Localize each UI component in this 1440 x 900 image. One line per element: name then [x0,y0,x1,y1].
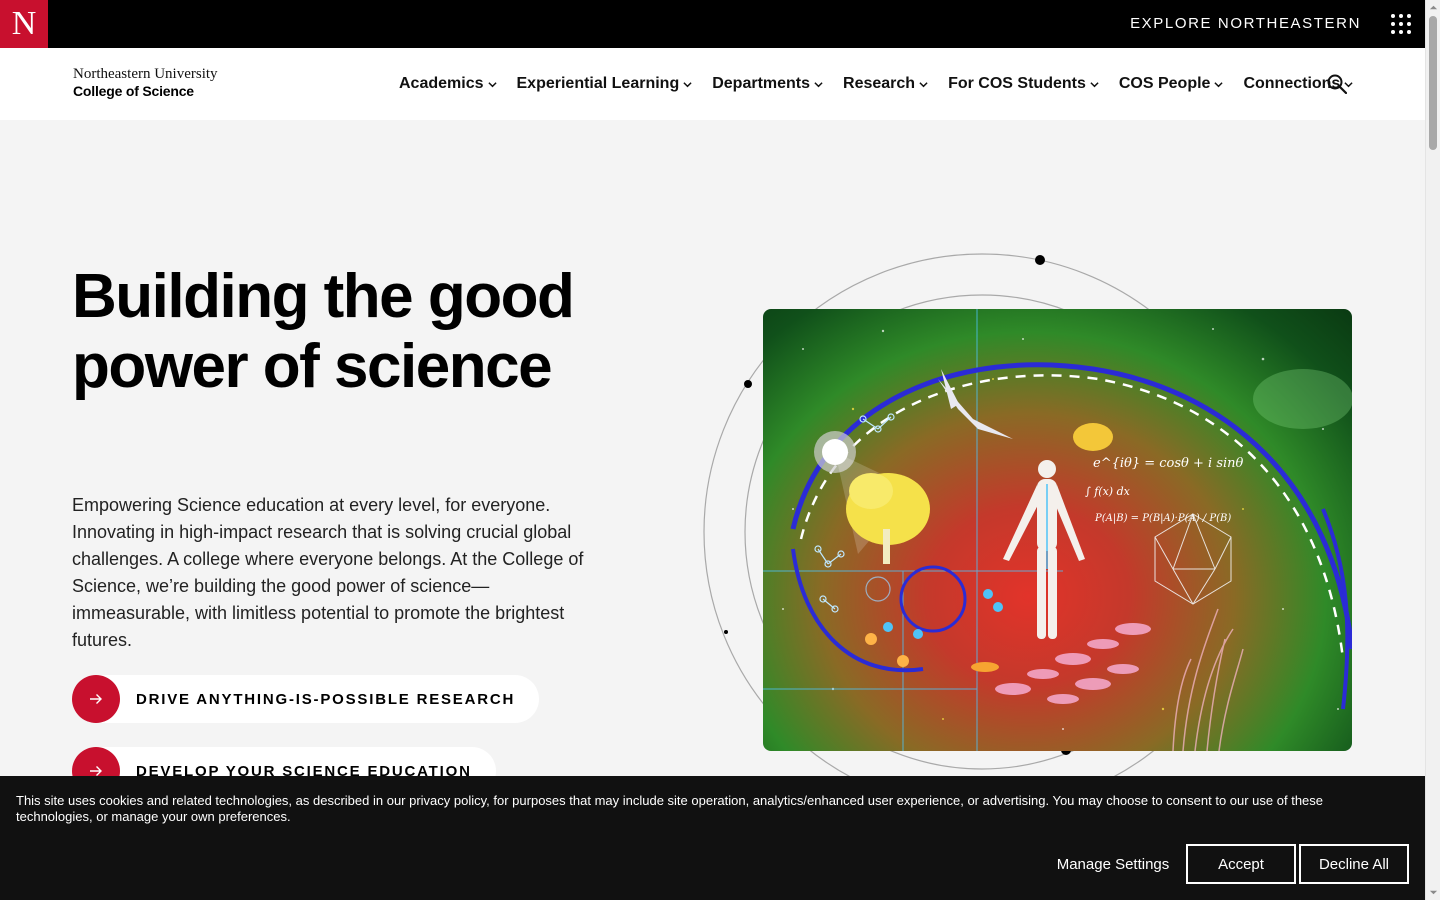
nav-label: Departments [712,75,811,92]
cta-label: DRIVE ANYTHING-IS-POSSIBLE RESEARCH [136,690,516,708]
nav-label: Experiential Learning [516,75,680,92]
chevron-down-icon [814,81,823,87]
equation-integral: ∫ f(x) dx [1085,485,1131,498]
nav-item-for-cos-students[interactable]: For COS Students [948,75,1099,93]
nav-item-experiential-learning[interactable]: Experiential Learning [517,75,693,93]
cookie-consent-banner: This site uses cookies and related techn… [0,776,1425,900]
accept-button[interactable]: Accept [1186,844,1296,884]
manage-settings-button[interactable]: Manage Settings [1050,844,1176,884]
brand-university-name: Northeastern University [73,66,218,82]
chevron-down-icon [487,81,497,87]
grid-menu-icon[interactable] [1390,13,1412,35]
cta-arrow-circle [72,675,120,723]
science-illustration: e^{iθ} = cosθ + i sinθ ∫ f(x) dx P(A|B) … [763,309,1352,751]
nav-label: COS People [1118,75,1211,92]
page-scrollbar[interactable] [1425,0,1440,900]
college-logo[interactable]: Northeastern University College of Scien… [73,66,218,100]
nav-label: Connections [1243,75,1341,92]
arrow-right-icon [90,694,102,704]
main-nav: Academics Experiential Learning Departme… [399,48,1373,120]
chevron-down-icon [1214,81,1224,87]
cookie-message: This site uses cookies and related techn… [16,793,1324,824]
equation-bayes: P(A|B) = P(B|A)·P(A) / P(B) [1094,513,1231,524]
nav-label: For COS Students [948,75,1086,92]
illustration-graphic: e^{iθ} = cosθ + i sinθ ∫ f(x) dx P(A|B) … [763,309,1352,751]
scroll-down-arrow-icon[interactable] [1429,888,1438,897]
scroll-up-arrow-icon[interactable] [1429,3,1438,12]
chevron-down-icon [919,81,928,87]
chevron-down-icon [1090,81,1099,87]
scrollbar-thumb[interactable] [1429,16,1437,150]
search-icon[interactable] [1327,74,1347,94]
nav-item-cos-people[interactable]: COS People [1119,75,1224,93]
explore-northeastern-link[interactable]: EXPLORE NORTHEASTERN [1130,0,1361,48]
decline-all-button[interactable]: Decline All [1299,844,1409,884]
global-top-bar: N EXPLORE NORTHEASTERN [0,0,1425,48]
cta-research-button[interactable]: DRIVE ANYTHING-IS-POSSIBLE RESEARCH [72,675,540,723]
nav-item-academics[interactable]: Academics [399,75,497,93]
site-header: Northeastern University College of Scien… [0,48,1425,120]
hero-title: Building the good power of science [72,262,575,401]
northeastern-n-logo[interactable]: N [0,0,48,48]
nav-item-research[interactable]: Research [843,75,928,93]
brand-college-name: College of Science [73,83,194,99]
hero-description: Empowering Science education at every le… [72,495,584,650]
nav-label: Research [843,75,916,92]
equation-euler: e^{iθ} = cosθ + i sinθ [1093,456,1244,471]
nav-label: Academics [399,75,484,92]
chevron-down-icon [683,81,692,87]
nav-item-departments[interactable]: Departments [712,75,823,93]
